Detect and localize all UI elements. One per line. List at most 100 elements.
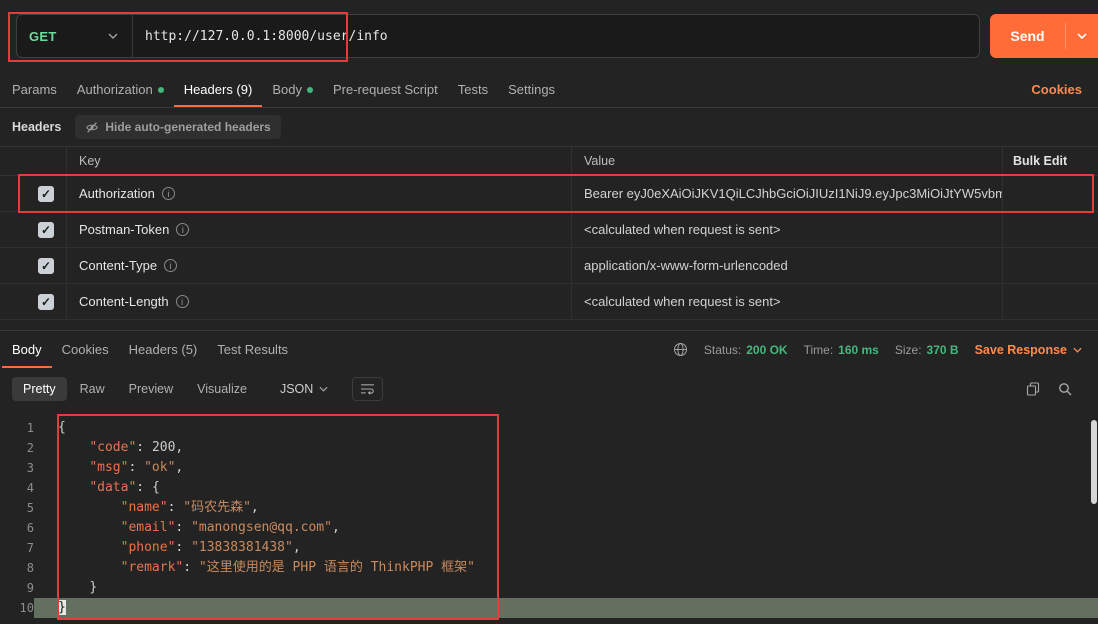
tab-headers[interactable]: Headers (9) — [174, 72, 263, 107]
header-key[interactable]: Authorization — [79, 186, 155, 201]
row-checkbox[interactable] — [38, 293, 54, 310]
bulk-edit-button[interactable]: Bulk Edit — [1002, 147, 1098, 175]
send-dropdown-chevron-icon[interactable] — [1066, 33, 1098, 39]
header-row-authorization: Authorization i Bearer eyJ0eXAiOiJKV1QiLC… — [0, 176, 1098, 212]
header-value[interactable]: application/x-www-form-urlencoded — [584, 258, 788, 273]
row-checkbox[interactable] — [38, 185, 54, 202]
header-row-content-length: Content-Length i <calculated when request… — [0, 284, 1098, 320]
row-checkbox[interactable] — [38, 257, 54, 274]
header-key[interactable]: Postman-Token — [79, 222, 169, 237]
save-response-label: Save Response — [974, 342, 1067, 357]
header-key[interactable]: Content-Type — [79, 258, 157, 273]
response-view-toolbar: Pretty Raw Preview Visualize JSON — [0, 368, 1098, 410]
status-label: Status: — [703, 342, 742, 357]
request-bar: GET http://127.0.0.1:8000/user/info Send — [0, 0, 1098, 72]
header-value[interactable]: <calculated when request is sent> — [584, 222, 781, 237]
status-indicator: Status: 200 OK — [704, 343, 788, 357]
code-line: 2 "code": 200, — [0, 438, 1098, 458]
code-lines: 1{2 "code": 200, 3 "msg": "ok", 4 "data": … — [0, 418, 1098, 618]
line-number: 1 — [26, 421, 34, 435]
line-number: 5 — [26, 501, 34, 515]
tab-params-label: Params — [12, 82, 57, 97]
tab-settings-label: Settings — [508, 82, 556, 97]
search-icon[interactable] — [1058, 382, 1072, 396]
response-tab-headers[interactable]: Headers (5) — [119, 331, 208, 368]
tab-tests-label: Tests — [457, 82, 489, 97]
url-input[interactable]: http://127.0.0.1:8000/user/info — [133, 15, 979, 57]
headers-section-title: Headers — [12, 120, 62, 134]
wrap-lines-icon — [361, 384, 375, 395]
tab-authorization-label: Authorization — [76, 82, 153, 97]
line-number: 10 — [19, 601, 34, 615]
response-tab-cookies[interactable]: Cookies — [52, 331, 119, 368]
code-text: "msg": "ok", — [89, 460, 184, 475]
size-label: Size: — [894, 342, 922, 357]
header-row-content-type: Content-Type i application/x-www-form-url… — [0, 248, 1098, 284]
response-tab-body[interactable]: Body — [2, 331, 52, 368]
code-line: 8 "remark": "这里使用的是 PHP 语言的 ThinkPHP 框架" — [0, 558, 1098, 578]
response-meta: Status: 200 OK Time: 160 ms Size: 370 B … — [673, 331, 1082, 368]
format-dropdown[interactable]: JSON — [272, 377, 336, 401]
modified-dot-icon — [306, 86, 313, 93]
view-tab-raw[interactable]: Raw — [69, 377, 116, 401]
wrap-lines-button[interactable] — [352, 377, 384, 401]
api-client-window: GET http://127.0.0.1:8000/user/info Send… — [0, 0, 1098, 624]
info-icon[interactable]: i — [175, 295, 189, 308]
code-text: { — [58, 420, 66, 435]
code-text: "email": "manongsen@qq.com", — [120, 520, 340, 535]
code-text: } — [89, 580, 98, 595]
vertical-scrollbar[interactable] — [1091, 420, 1097, 504]
chevron-down-icon — [319, 386, 328, 392]
header-value[interactable]: Bearer eyJ0eXAiOiJKV1QiLCJhbGciOiJIUzI1N… — [584, 186, 1002, 201]
code-text: "phone": "13838381438", — [120, 540, 301, 555]
view-toolbar-right — [1026, 382, 1072, 396]
info-icon[interactable]: i — [161, 187, 175, 200]
headers-table-header: Key Value Bulk Edit — [0, 146, 1098, 176]
tab-body-label: Body — [272, 82, 302, 97]
code-line: 3 "msg": "ok", — [0, 458, 1098, 478]
header-value[interactable]: <calculated when request is sent> — [584, 294, 781, 309]
info-icon[interactable]: i — [164, 259, 178, 272]
view-tab-visualize[interactable]: Visualize — [186, 377, 258, 401]
code-line: 1{ — [0, 418, 1098, 438]
header-key[interactable]: Content-Length — [79, 294, 169, 309]
view-tab-preview[interactable]: Preview — [118, 377, 184, 401]
view-tab-pretty[interactable]: Pretty — [12, 377, 67, 401]
line-number: 3 — [26, 461, 34, 475]
code-text: "code": 200, — [89, 440, 184, 455]
cookies-link[interactable]: Cookies — [1031, 72, 1082, 107]
tab-headers-label: Headers (9) — [183, 82, 253, 97]
response-tab-test-results[interactable]: Test Results — [207, 331, 298, 368]
tab-params[interactable]: Params — [2, 72, 67, 107]
code-text: "remark": "这里使用的是 PHP 语言的 ThinkPHP 框架" — [120, 560, 475, 575]
send-button[interactable]: Send — [990, 14, 1098, 58]
tab-authorization[interactable]: Authorization — [67, 72, 174, 107]
send-label: Send — [1010, 28, 1045, 44]
chevron-down-icon — [108, 33, 118, 39]
tab-prerequest-script[interactable]: Pre-request Script — [323, 72, 448, 107]
hide-autogenerated-headers-toggle[interactable]: Hide auto-generated headers — [75, 115, 281, 139]
hide-toggle-label: Hide auto-generated headers — [105, 120, 271, 134]
save-response-button[interactable]: Save Response — [975, 343, 1082, 357]
line-number: 8 — [26, 561, 34, 575]
tab-settings[interactable]: Settings — [498, 72, 565, 107]
tab-body[interactable]: Body — [262, 72, 323, 107]
info-icon[interactable]: i — [176, 223, 190, 236]
format-dropdown-value: JSON — [279, 382, 314, 396]
row-checkbox[interactable] — [38, 221, 54, 238]
modified-dot-icon — [157, 86, 164, 93]
value-column-header: Value — [571, 147, 1002, 175]
globe-icon[interactable] — [673, 342, 688, 357]
code-text: } — [34, 598, 1098, 618]
line-number: 2 — [26, 441, 34, 455]
time-indicator: Time: 160 ms — [804, 343, 879, 357]
size-value: 370 B — [926, 342, 959, 357]
key-column-label: Key — [79, 154, 101, 168]
tab-tests[interactable]: Tests — [448, 72, 498, 107]
code-text: "name": "码农先森", — [120, 500, 259, 515]
copy-icon[interactable] — [1026, 382, 1040, 396]
status-value: 200 OK — [746, 342, 788, 357]
method-selector[interactable]: GET — [17, 15, 133, 57]
value-column-label: Value — [584, 154, 616, 168]
eye-off-icon — [86, 121, 99, 133]
